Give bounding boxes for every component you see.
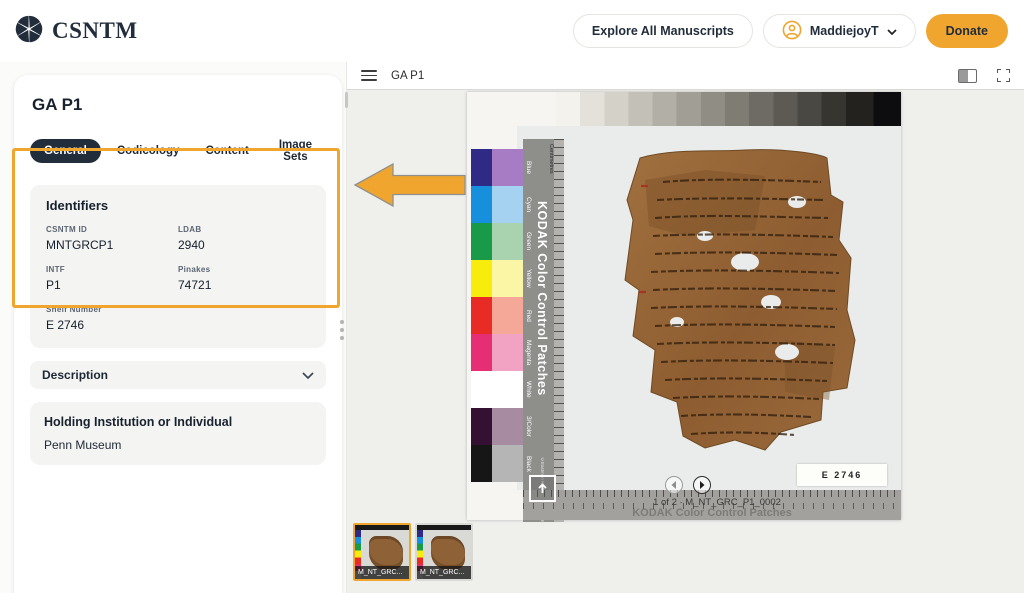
arrow-annotation (353, 162, 466, 208)
tab-image-sets[interactable]: Image Sets (265, 133, 326, 169)
identifier-field: CSNTM ID MNTGRCP1 (46, 225, 178, 252)
csntm-logo[interactable]: CSNTM (14, 14, 138, 49)
aperture-logo-icon (14, 14, 44, 49)
user-name: MaddiejoyT (809, 24, 879, 38)
identifier-label: Pinakes (178, 265, 211, 274)
identifier-field: LDAB 2940 (178, 225, 310, 252)
identifier-value: E 2746 (46, 318, 85, 332)
manuscript-title: GA P1 (32, 95, 83, 114)
holding-institution-value: Penn Museum (44, 438, 122, 452)
patch-label: 3/Color (525, 416, 532, 437)
image-caption: 1 of 2 · M_NT_GRC_P1_0002 (653, 497, 781, 508)
kodak-color-patches-saturated (471, 149, 492, 482)
kodak-color-patches-tints (492, 149, 523, 482)
previous-page-button[interactable] (665, 476, 683, 494)
viewer-title: GA P1 (391, 69, 425, 82)
holding-institution-section: Holding Institution or Individual Penn M… (30, 402, 326, 465)
patch-label: Green (525, 232, 532, 251)
patch-label: Magenta (525, 339, 532, 366)
viewer-toolbar-actions (958, 68, 1010, 83)
site-header: CSNTM Explore All Manuscripts MaddiejoyT (0, 0, 1024, 62)
viewer-stage[interactable]: Centimetres Inches Blue Cyan Green Yello… (347, 90, 1024, 593)
identifier-label: Shelf Number (46, 305, 102, 314)
donate-button[interactable]: Donate (925, 14, 1008, 48)
details-tabs: General Codicology Content Image Sets (30, 133, 326, 169)
chevron-down-icon (887, 24, 897, 38)
app-root: CSNTM Explore All Manuscripts MaddiejoyT (0, 0, 1024, 593)
identifier-field: Pinakes 74721 (178, 265, 310, 292)
manuscript-details-card: GA P1 General Codicology Content Image S… (14, 75, 342, 593)
patch-label: Red (525, 309, 532, 322)
identifier-field: INTF P1 (46, 265, 178, 292)
identifier-value: 74721 (178, 278, 212, 292)
shelf-number-tag: E 2746 (797, 464, 887, 486)
home-icon[interactable] (529, 475, 556, 502)
tab-codicology[interactable]: Codicology (107, 139, 190, 163)
kodak-title: KODAK Color Control Patches (535, 201, 549, 396)
tab-content[interactable]: Content (195, 139, 258, 163)
thumbnail-filmstrip: M_NT_GRC... M_NT_GRC... (353, 523, 473, 581)
description-accordion[interactable]: Description (30, 361, 326, 389)
thumbnail-label: M_NT_GRC... (417, 566, 471, 579)
identifiers-grid: CSNTM ID MNTGRCP1 LDAB 2940 INTF P1 Pina… (46, 225, 310, 332)
explore-manuscripts-button[interactable]: Explore All Manuscripts (572, 14, 753, 48)
ruler-ticks (554, 139, 564, 522)
papyrus-fragment (624, 149, 856, 451)
user-avatar-icon (782, 20, 802, 43)
grayscale-step-wedge (556, 92, 901, 126)
explore-manuscripts-label: Explore All Manuscripts (591, 24, 734, 38)
manuscript-photo[interactable]: Centimetres Inches Blue Cyan Green Yello… (467, 92, 901, 526)
thumbnail-label: M_NT_GRC... (355, 566, 409, 579)
menu-icon[interactable] (361, 70, 377, 81)
identifier-label: CSNTM ID (46, 225, 88, 234)
brand-name: CSNTM (52, 18, 138, 43)
patch-label: White (525, 381, 532, 398)
chevron-down-icon (302, 368, 314, 382)
patch-label: Cyan (525, 196, 532, 213)
panel-resize-handle[interactable] (340, 320, 344, 340)
identifier-value: P1 (46, 278, 61, 292)
header-actions: Explore All Manuscripts MaddiejoyT Donat… (572, 14, 1008, 48)
identifier-label: LDAB (178, 225, 202, 234)
identifier-field: Shelf Number E 2746 (46, 305, 178, 332)
manuscript-details-panel: GA P1 General Codicology Content Image S… (0, 62, 346, 593)
thumbnail-2[interactable]: M_NT_GRC... (415, 523, 473, 581)
panel-scrollbar-thumb[interactable] (345, 92, 348, 108)
tab-general[interactable]: General (30, 139, 101, 163)
viewer-toolbar: GA P1 (347, 62, 1024, 90)
content-area: GA P1 General Codicology Content Image S… (0, 62, 1024, 593)
identifier-value: MNTGRCP1 (46, 238, 114, 252)
thumbnail-1[interactable]: M_NT_GRC... (353, 523, 411, 581)
identifier-value: 2940 (178, 238, 205, 252)
identifiers-section: Identifiers CSNTM ID MNTGRCP1 LDAB 2940 … (30, 185, 326, 348)
image-viewer: GA P1 Centimetres Blue Cyan Green Yellow… (346, 62, 1024, 593)
next-page-button[interactable] (693, 476, 711, 494)
description-heading: Description (42, 368, 109, 382)
holding-institution-heading: Holding Institution or Individual (44, 415, 233, 429)
identifiers-heading: Identifiers (46, 198, 109, 213)
two-page-view-icon[interactable] (958, 68, 977, 83)
identifier-label: INTF (46, 265, 65, 274)
patch-label: Blue (525, 160, 532, 174)
fullscreen-icon[interactable] (997, 69, 1010, 82)
patch-label: Yellow (525, 269, 532, 288)
user-menu-button[interactable]: MaddiejoyT (762, 14, 916, 48)
donate-label: Donate (945, 24, 988, 38)
kodak-ruler-strip: Centimetres Inches Blue Cyan Green Yello… (523, 139, 564, 526)
